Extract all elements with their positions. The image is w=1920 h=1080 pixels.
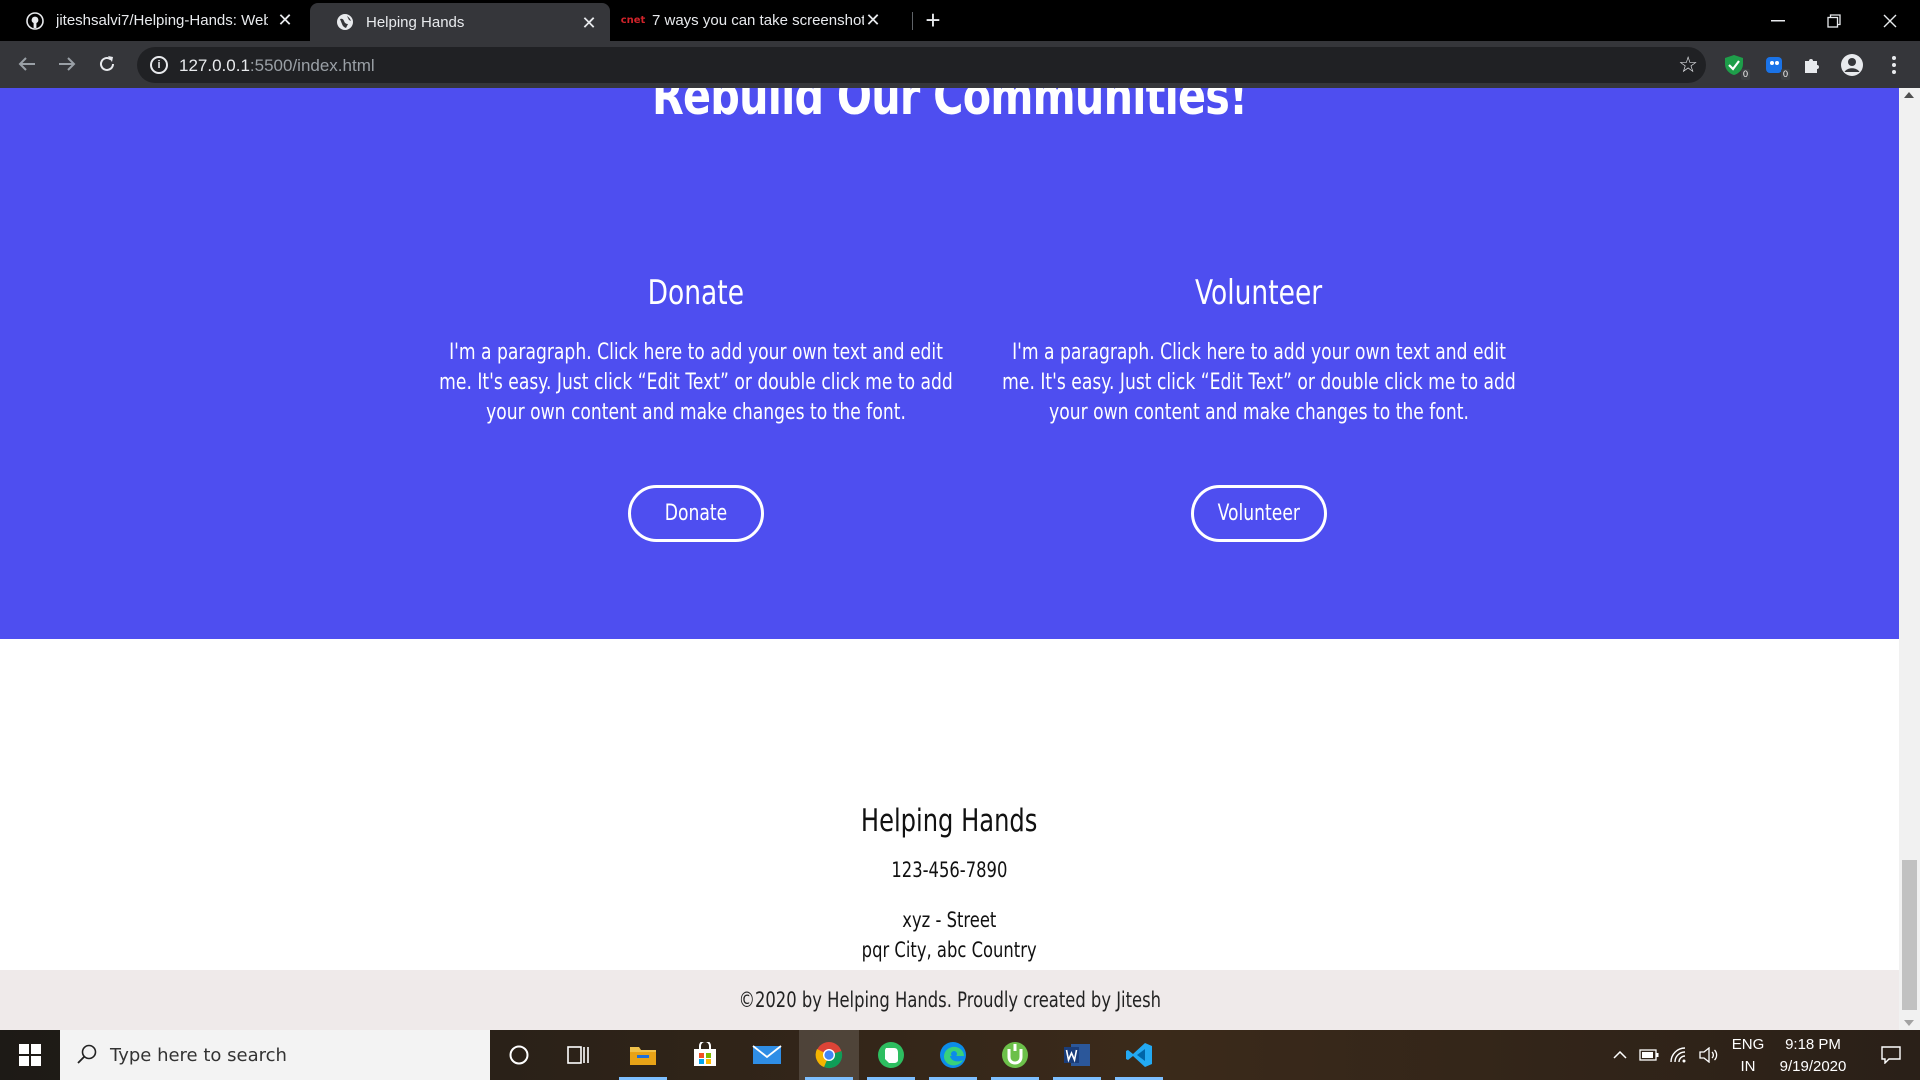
taskbar-search-input[interactable]: Type here to search (60, 1030, 490, 1080)
close-window-button[interactable] (1862, 0, 1918, 41)
footer-address-line1: xyz - Street (0, 908, 1899, 932)
tab-helping-hands[interactable]: Helping Hands ✕ (310, 3, 610, 41)
volunteer-column: Volunteer I'm a paragraph. Click here to… (989, 273, 1529, 542)
donate-heading: Donate (426, 273, 966, 313)
mail-icon[interactable] (737, 1030, 797, 1080)
shield-check-extension-icon[interactable]: 0 (1718, 49, 1750, 81)
clock-date: 9/19/2020 (1779, 1058, 1847, 1075)
headline-text: Rebuild Our Communities! (651, 88, 1248, 127)
footer-org-name: Helping Hands (0, 803, 1899, 839)
tab-cnet[interactable]: cnet 7 ways you can take screenshots ✕ (614, 0, 904, 41)
footer-address-line2-text: pqr City, abc Country (862, 938, 1037, 962)
volunteer-heading: Volunteer (989, 273, 1529, 313)
volunteer-heading-text: Volunteer (1195, 273, 1323, 313)
donate-column: Donate I'm a paragraph. Click here to ad… (426, 273, 966, 542)
url-path: :5500/index.html (249, 56, 375, 75)
extension-badge: 0 (1780, 69, 1790, 80)
tab-github[interactable]: jiteshsalvi7/Helping-Hands: Web ✕ (0, 0, 306, 41)
cortana-icon[interactable] (489, 1030, 549, 1080)
section-headline: Rebuild Our Communities! (0, 88, 1899, 127)
reload-icon[interactable] (92, 49, 122, 79)
tab-title: 7 ways you can take screenshots (652, 12, 864, 29)
word-icon[interactable] (1047, 1030, 1107, 1080)
edge-icon[interactable] (923, 1030, 983, 1080)
tab-separator (912, 12, 913, 30)
close-tab-icon[interactable]: ✕ (864, 11, 882, 29)
scroll-down-arrow-icon[interactable] (1904, 1020, 1914, 1026)
windows-start-icon[interactable] (0, 1030, 60, 1080)
tab-title: Helping Hands (366, 13, 465, 31)
footer-address-line1-text: xyz - Street (902, 908, 997, 932)
windows-taskbar: Type here to search ENG IN 9:18 PM 9/19/… (0, 1030, 1920, 1080)
page-viewport: Rebuild Our Communities! Donate I'm a pa… (0, 88, 1899, 1030)
clock-time: 9:18 PM (1785, 1036, 1841, 1053)
language-code: ENG (1731, 1036, 1765, 1053)
volunteer-button[interactable]: Volunteer (1191, 485, 1327, 542)
volume-icon[interactable] (1694, 1030, 1724, 1080)
footer-address-line2: pqr City, abc Country (0, 938, 1899, 962)
evernote-icon[interactable] (861, 1030, 921, 1080)
browser-toolbar: i 127.0.0.1:5500/index.html ☆ 0 0 (0, 41, 1920, 88)
globe-icon (336, 13, 354, 31)
volunteer-paragraph-text: I'm a paragraph. Click here to add your … (1002, 340, 1516, 425)
copyright-bar: ©2020 by Helping Hands. Proudly created … (0, 970, 1899, 1030)
tampermonkey-extension-icon[interactable]: 0 (1758, 49, 1790, 81)
menu-kebab-icon[interactable] (1878, 49, 1910, 81)
forward-icon[interactable] (52, 49, 82, 79)
url-host: 127.0.0.1 (179, 56, 250, 75)
get-involved-section: Rebuild Our Communities! Donate I'm a pa… (0, 88, 1899, 639)
cnet-icon-label: cnet (620, 15, 646, 26)
search-placeholder: Type here to search (110, 1045, 287, 1066)
footer-org-name-text: Helping Hands (861, 803, 1038, 839)
input-language-indicator[interactable]: ENG IN (1724, 1034, 1772, 1078)
address-bar[interactable]: i 127.0.0.1:5500/index.html ☆ (137, 47, 1706, 83)
footer-phone: 123-456-7890 (0, 858, 1899, 882)
minimize-button[interactable] (1750, 0, 1806, 41)
browser-tab-strip: jiteshsalvi7/Helping-Hands: Web ✕ Helpin… (0, 0, 1920, 41)
back-icon[interactable] (12, 49, 42, 79)
volunteer-button-label: Volunteer (1217, 501, 1301, 526)
close-tab-icon[interactable]: ✕ (276, 11, 294, 29)
site-info-icon[interactable]: i (150, 56, 168, 74)
profile-avatar-icon[interactable] (1836, 49, 1868, 81)
donate-heading-text: Donate (647, 273, 745, 313)
chrome-taskbar-icon[interactable] (799, 1030, 859, 1080)
extension-badge: 0 (1740, 69, 1750, 80)
puzzle-extensions-icon[interactable] (1796, 49, 1828, 81)
battery-icon[interactable] (1634, 1030, 1664, 1080)
close-tab-icon[interactable]: ✕ (580, 14, 598, 32)
donate-button[interactable]: Donate (628, 485, 764, 542)
donate-paragraph: I'm a paragraph. Click here to add your … (426, 338, 966, 428)
show-hidden-icons-chevron-icon[interactable] (1606, 1030, 1634, 1080)
action-center-icon[interactable] (1866, 1030, 1916, 1080)
github-icon (26, 11, 44, 30)
new-tab-button[interactable]: + (920, 7, 946, 34)
bookmark-star-icon[interactable]: ☆ (1678, 52, 1698, 78)
cnet-icon: cnet (620, 12, 646, 30)
file-explorer-icon[interactable] (613, 1030, 673, 1080)
taskbar-clock[interactable]: 9:18 PM 9/19/2020 (1766, 1034, 1860, 1078)
copyright-text: ©2020 by Helping Hands. Proudly created … (738, 988, 1161, 1012)
restore-button[interactable] (1806, 0, 1862, 41)
donate-button-label: Donate (664, 501, 728, 526)
utorrent-icon[interactable] (985, 1030, 1045, 1080)
donate-paragraph-text: I'm a paragraph. Click here to add your … (439, 340, 953, 425)
volunteer-paragraph: I'm a paragraph. Click here to add your … (989, 338, 1529, 428)
region-code: IN (1740, 1058, 1756, 1075)
footer-phone-text: 123-456-7890 (891, 858, 1008, 882)
page-scrollbar[interactable] (1899, 88, 1920, 1030)
vscode-icon[interactable] (1109, 1030, 1169, 1080)
scroll-up-arrow-icon[interactable] (1904, 92, 1914, 98)
search-icon (76, 1043, 98, 1070)
tab-title: jiteshsalvi7/Helping-Hands: Web (56, 12, 268, 29)
microsoft-store-icon[interactable] (675, 1030, 735, 1080)
task-view-icon[interactable] (549, 1030, 609, 1080)
url-text: 127.0.0.1:5500/index.html (179, 56, 375, 76)
scrollbar-thumb[interactable] (1902, 860, 1917, 1010)
wifi-icon[interactable] (1664, 1030, 1694, 1080)
